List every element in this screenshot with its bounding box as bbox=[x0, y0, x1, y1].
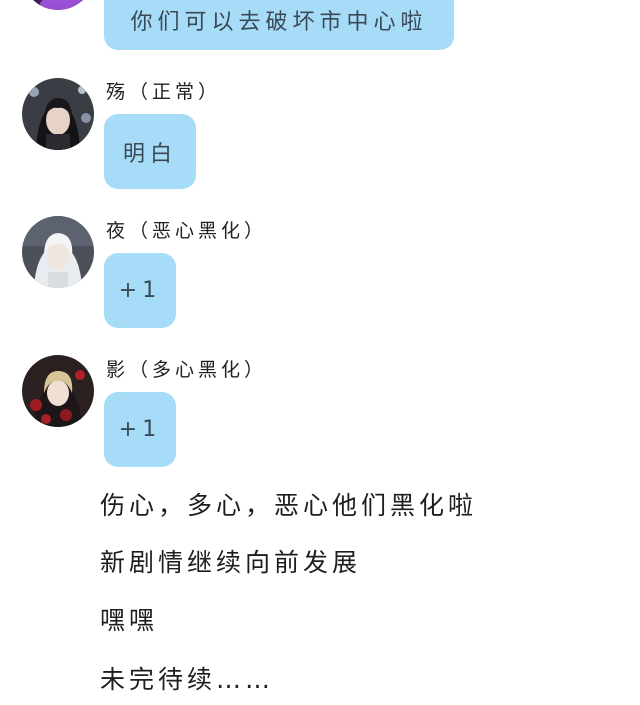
message-bubble-2[interactable]: +1 bbox=[104, 253, 176, 328]
narration-line-1: 伤心，多心，恶心他们黑化啦 bbox=[100, 491, 478, 520]
dark-haired-character-avatar-icon bbox=[22, 78, 94, 150]
top-sender-avatar[interactable] bbox=[22, 0, 94, 10]
message-text-3: +1 bbox=[118, 417, 162, 442]
sender-avatar-3[interactable] bbox=[22, 355, 94, 427]
message-bubble-3[interactable]: +1 bbox=[104, 392, 176, 467]
message-text-2: +1 bbox=[118, 278, 162, 303]
message-bubble-1[interactable]: 明白 bbox=[104, 114, 196, 189]
sender-name-2: 夜（恶心黑化） bbox=[106, 220, 268, 242]
sender-avatar-2[interactable] bbox=[22, 216, 94, 288]
narration-line-2: 新剧情继续向前发展 bbox=[100, 548, 362, 577]
narration-line-4: 未完待续…… bbox=[100, 665, 275, 694]
sender-name-3: 影（多心黑化） bbox=[106, 359, 268, 381]
white-haired-character-avatar-icon bbox=[22, 216, 94, 288]
message-text-top: 你们可以去破坏市中心啦 bbox=[130, 10, 428, 35]
message-bubble-top[interactable]: 你们可以去破坏市中心啦 bbox=[104, 0, 454, 50]
message-text-1: 明白 bbox=[122, 141, 177, 167]
narration-line-3: 嘿嘿 bbox=[100, 606, 159, 635]
blonde-character-roses-avatar-icon bbox=[22, 355, 94, 427]
purple-character-avatar-icon bbox=[22, 0, 94, 10]
sender-avatar-1[interactable] bbox=[22, 78, 94, 150]
sender-name-1: 殇（正常） bbox=[106, 81, 222, 103]
